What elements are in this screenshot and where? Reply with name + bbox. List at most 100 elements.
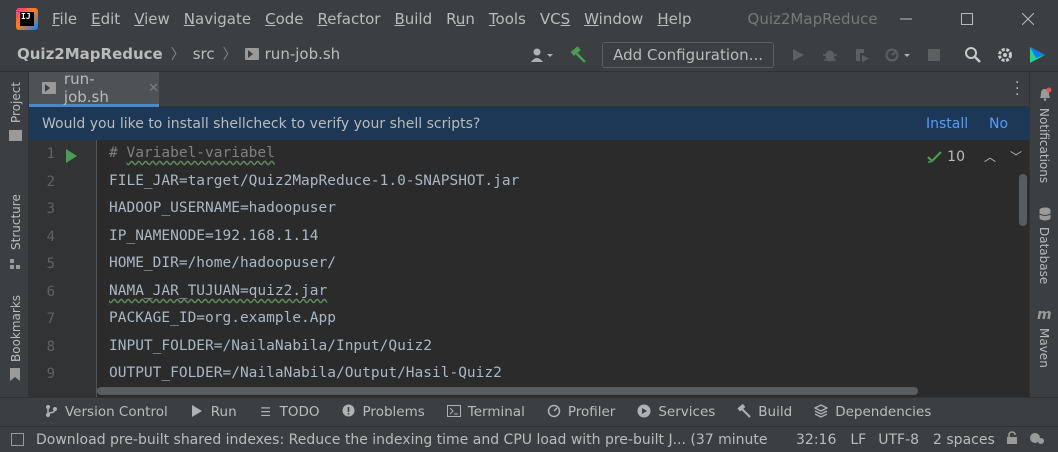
tool-problems[interactable]: Problems [342,404,425,420]
breadcrumb-separator-icon: 〉 [170,47,185,63]
tool-label: Profiler [567,404,616,420]
project-tool-button[interactable]: Project [9,82,23,123]
user-dropdown-icon [531,48,554,62]
menu-code[interactable]: Code [265,10,303,28]
intellij-logo-icon[interactable]: IJ [16,7,38,30]
inspection-count: 10 [947,148,965,165]
tool-version-control[interactable]: Version Control [44,404,168,421]
menu-tools[interactable]: Tools [489,10,526,28]
database-tool-button[interactable]: Database [1037,227,1051,284]
coverage-icon [856,48,869,62]
tool-label: Version Control [65,404,168,420]
code-line-3: HADOOP_USERNAME=hadoopuser [109,200,336,216]
tool-label: Build [758,404,793,420]
tool-todo[interactable]: ☰ TODO [259,404,319,420]
minimize-button[interactable] [875,0,936,37]
menu-edit[interactable]: Edit [91,10,120,28]
inspection-widget[interactable]: 10 ︿ ﹀ [927,148,1029,165]
run-with-coverage-button[interactable] [849,42,875,68]
no-link[interactable]: No [989,116,1008,132]
install-link[interactable]: Install [926,116,968,132]
menu-navigate[interactable]: Navigate [184,10,251,28]
horizontal-scrollbar[interactable] [97,387,918,395]
tool-services[interactable]: Services [637,404,715,421]
stop-icon [928,48,940,61]
chevron-up-icon[interactable]: ︿ [977,148,1003,165]
indent-setting[interactable]: 2 spaces [933,432,995,448]
line-number: 3 [46,201,55,217]
tab-run-job-sh[interactable]: run-job.sh ✕ [29,70,159,107]
line-separator[interactable]: LF [850,432,866,448]
run-button[interactable] [785,42,811,68]
tool-windows-toggle-icon[interactable] [11,433,24,446]
tool-profiler[interactable]: Profiler [547,404,616,421]
lock-icon[interactable] [1005,430,1019,449]
cursor-position[interactable]: 32:16 [796,432,836,448]
vertical-scrollbar[interactable] [1019,174,1027,226]
menu-file[interactable]: File [52,10,77,28]
tab-close-icon[interactable]: ✕ [148,81,159,96]
run-icon [190,404,204,420]
profile-button[interactable] [881,42,915,68]
list-icon: ☰ [260,405,271,419]
menu-view[interactable]: View [134,10,170,28]
debug-bug-icon [823,50,837,61]
maven-icon: m [1037,307,1052,323]
shellcheck-banner: Would you like to install shellcheck to … [29,107,1029,140]
menu-help[interactable]: Help [657,10,691,28]
tool-dependencies[interactable]: Dependencies [813,403,932,421]
search-everywhere-button[interactable] [960,42,986,68]
line-number: 4 [46,229,55,245]
breadcrumb-file[interactable]: run-job.sh [265,45,341,63]
left-tool-strip: Project Structure Bookmarks [0,72,29,397]
bookmarks-tool-button[interactable]: Bookmarks [9,295,23,362]
search-icon [965,46,981,63]
folder-icon [9,130,22,141]
breadcrumb-project[interactable]: Quiz2MapReduce [17,45,163,63]
line-number: 2 [46,174,55,190]
code-line-6: NAMA_JAR_TUJUAN=quiz2.jar [109,283,328,299]
tool-label: Terminal [467,404,525,420]
add-configuration-button[interactable]: Add Configuration... [602,41,774,68]
code-line-5: HOME_DIR=/home/hadoopuser/ [109,255,336,271]
profiler-dropdown-icon [885,48,910,61]
structure-tool-button[interactable]: Structure [9,194,23,250]
maximize-button[interactable] [936,0,997,37]
debug-button[interactable] [817,42,843,68]
menu-bar: IJ File Edit View Navigate Code Refactor… [0,0,1058,37]
code-with-me-button[interactable] [1024,42,1050,68]
menu-refactor[interactable]: Refactor [318,10,381,28]
user-account-button[interactable] [525,42,559,68]
tab-label: run-job.sh [63,70,109,106]
tool-terminal[interactable]: Terminal [446,404,525,420]
menu-run[interactable]: Run [446,10,475,28]
services-icon [637,404,651,421]
bookmark-icon [10,368,20,381]
close-window-button[interactable] [997,0,1058,37]
menu-build[interactable]: Build [394,10,432,28]
notifications-tool-button[interactable]: Notifications [1037,108,1051,183]
menu-window[interactable]: Window [584,10,643,28]
right-tool-strip: Notifications Database m Maven [1029,72,1058,397]
status-message[interactable]: Download pre-built shared indexes: Reduc… [36,432,768,448]
tool-run[interactable]: Run [190,404,237,420]
maven-tool-button[interactable]: Maven [1037,328,1051,368]
run-gutter-icon[interactable] [66,149,77,163]
breadcrumb-src[interactable]: src [193,45,215,63]
chevron-down-icon[interactable]: ﹀ [1003,148,1029,165]
more-options-icon[interactable]: · · · [1015,76,1019,102]
line-number: 9 [46,366,55,382]
tool-build[interactable]: Build [737,403,793,421]
database-icon [1039,207,1051,225]
menu-vcs[interactable]: VCS [540,10,570,28]
code-editor[interactable]: 1 2 3 4 5 6 7 8 9 # Variabel-variabel FI… [29,140,1029,397]
comment-text: Variabel-variabel [126,145,275,161]
build-hammer-button[interactable] [565,42,591,68]
memory-indicator-icon[interactable] [1029,431,1045,449]
stop-button[interactable] [921,42,947,68]
check-icon [927,150,942,163]
tool-label: Dependencies [835,404,932,420]
tool-label: Services [658,404,716,420]
settings-button[interactable] [992,42,1018,68]
file-encoding[interactable]: UTF-8 [878,432,919,448]
